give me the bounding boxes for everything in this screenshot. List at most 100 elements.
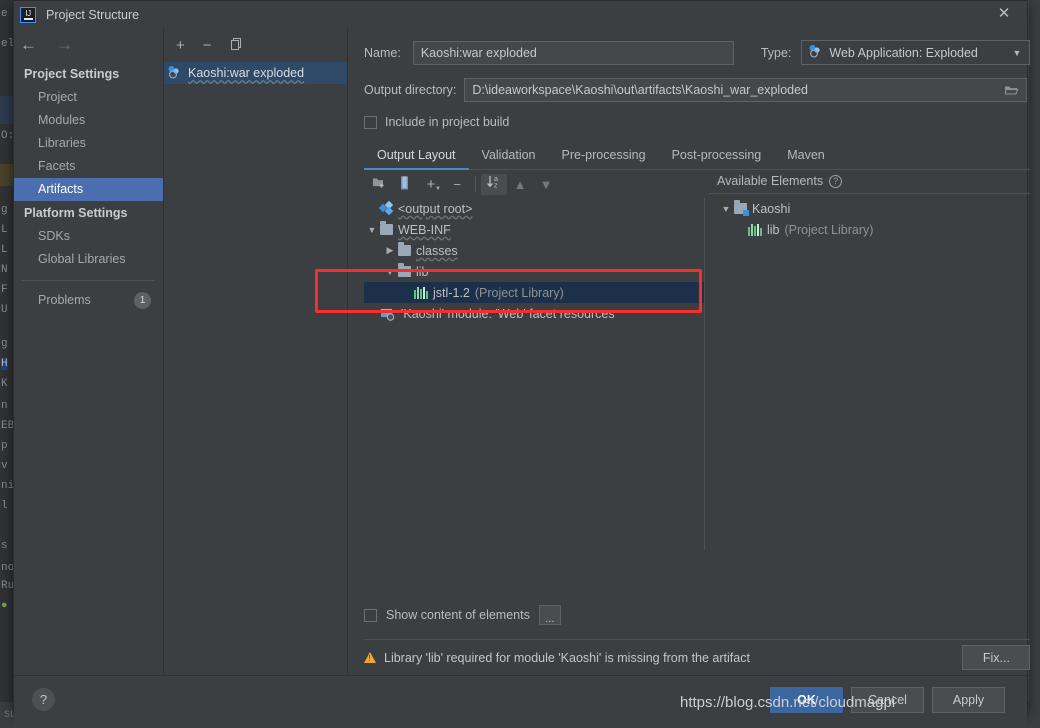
type-label: Type: bbox=[760, 45, 792, 60]
tree-row-label: <output root> bbox=[398, 201, 473, 216]
tab-post-processing[interactable]: Post-processing bbox=[659, 143, 775, 170]
help-circle-icon[interactable]: ? bbox=[829, 174, 843, 188]
sidebar-item-global-libraries[interactable]: Global Libraries bbox=[14, 248, 163, 271]
tree-row[interactable]: ▶ classes bbox=[364, 240, 704, 261]
warning-row: Library 'lib' required for module 'Kaosh… bbox=[364, 639, 1031, 675]
pane-bottom-area: Show content of elements ... Library 'li… bbox=[364, 605, 1031, 675]
tree-twisty[interactable]: ▼ bbox=[364, 225, 380, 235]
sidebar-item-libraries[interactable]: Libraries bbox=[14, 132, 163, 155]
artifact-list-item-label: Kaoshi:war exploded bbox=[188, 66, 305, 80]
sidebar-divider bbox=[22, 280, 155, 281]
artifact-icon bbox=[167, 65, 182, 82]
sidebar-item-artifacts[interactable]: Artifacts bbox=[14, 178, 163, 201]
tree-row[interactable]: <output root> bbox=[364, 198, 704, 219]
move-down-icon[interactable]: ▼ bbox=[533, 177, 559, 192]
library-icon bbox=[748, 223, 762, 236]
warning-text: Library 'lib' required for module 'Kaosh… bbox=[384, 650, 750, 665]
type-dropdown-value: Web Application: Exploded bbox=[829, 45, 978, 60]
tree-row[interactable]: lib (Project Library) bbox=[704, 219, 1030, 240]
chevron-down-icon: ▼ bbox=[1012, 47, 1022, 58]
copy-artifact-icon[interactable] bbox=[230, 37, 243, 53]
name-input[interactable]: Kaoshi:war exploded bbox=[412, 40, 734, 65]
type-dropdown[interactable]: Web Application: Exploded ▼ bbox=[801, 40, 1031, 65]
available-elements-tree: ▼ Kaoshi lib (Project Library) bbox=[704, 198, 1030, 550]
tree-twisty[interactable]: ▼ bbox=[382, 267, 398, 277]
output-directory-row: Output directory: D:\ideaworkspace\Kaosh… bbox=[364, 78, 1030, 102]
tree-row-label: 'Kaoshi' module: 'Web' facet resources bbox=[401, 306, 615, 321]
folder-icon bbox=[380, 221, 393, 235]
apply-button[interactable]: Apply bbox=[932, 687, 1005, 713]
dialog-body: ← → Project Settings Project Modules Lib… bbox=[14, 28, 1031, 675]
svg-text:z: z bbox=[494, 182, 498, 189]
tree-row-label: lib bbox=[767, 222, 780, 237]
help-button[interactable]: ? bbox=[32, 688, 55, 711]
folder-icon bbox=[398, 263, 411, 277]
project-structure-dialog: IJ Project Structure ✕ ← → Project Setti… bbox=[13, 0, 1031, 728]
forward-arrow-icon[interactable]: → bbox=[56, 35, 73, 55]
tree-row[interactable]: ▼ lib bbox=[364, 261, 704, 282]
include-in-build-row[interactable]: Include in project build bbox=[364, 115, 1030, 129]
sidebar-item-facets[interactable]: Facets bbox=[14, 155, 163, 178]
screenshot-root: e el O: g L L N F U g H K n EB p v ni. l… bbox=[0, 0, 1040, 728]
output-directory-value: D:\ideaworkspace\Kaoshi\out\artifacts\Ka… bbox=[472, 83, 809, 97]
sort-alphabetically-icon[interactable]: a z bbox=[481, 173, 507, 195]
create-directory-icon[interactable] bbox=[366, 176, 392, 192]
tree-row[interactable]: ▼ Kaoshi bbox=[704, 198, 1030, 219]
tree-row[interactable]: 'Kaoshi' module: 'Web' facet resources bbox=[364, 303, 704, 324]
add-artifact-icon[interactable]: + bbox=[176, 38, 185, 53]
remove-artifact-icon[interactable]: − bbox=[203, 38, 212, 53]
tree-row-label: lib bbox=[416, 264, 429, 279]
artifact-details-pane: Name: Kaoshi:war exploded Type: Web Appl… bbox=[348, 28, 1040, 675]
include-in-build-checkbox[interactable] bbox=[364, 115, 377, 129]
output-layout-toolbar: + ▼ − a z ▲ ▼ Available Elements ? bbox=[364, 170, 1031, 198]
dialog-title: Project Structure bbox=[46, 7, 140, 22]
name-type-row: Name: Kaoshi:war exploded Type: Web Appl… bbox=[364, 40, 1031, 65]
remove-element-icon[interactable]: − bbox=[444, 177, 470, 192]
back-arrow-icon[interactable]: ← bbox=[20, 35, 37, 55]
output-directory-input[interactable]: D:\ideaworkspace\Kaoshi\out\artifacts\Ka… bbox=[464, 78, 1028, 102]
tree-row-label: classes bbox=[416, 243, 458, 258]
artifact-list-item[interactable]: Kaoshi:war exploded bbox=[164, 62, 347, 84]
tree-row-label: Kaoshi bbox=[752, 201, 791, 216]
tab-maven[interactable]: Maven bbox=[774, 143, 838, 170]
web-facet-icon bbox=[380, 307, 396, 321]
sidebar-item-sdks[interactable]: SDKs bbox=[14, 225, 163, 248]
close-icon[interactable]: ✕ bbox=[995, 5, 1013, 23]
tree-twisty[interactable]: ▼ bbox=[718, 204, 734, 214]
dialog-titlebar: IJ Project Structure ✕ bbox=[14, 1, 1027, 28]
sidebar-item-problems-label: Problems bbox=[38, 293, 91, 307]
artifact-tabs: Output Layout Validation Pre-processing … bbox=[364, 143, 1031, 170]
tree-row-selected[interactable]: jstl-1.2 (Project Library) bbox=[364, 282, 704, 303]
sidebar-group-project-settings: Project Settings bbox=[24, 67, 120, 81]
artifact-root-icon bbox=[378, 200, 394, 216]
sidebar-item-project[interactable]: Project bbox=[14, 86, 163, 109]
warning-triangle-icon bbox=[364, 652, 376, 663]
create-archive-icon[interactable] bbox=[392, 176, 418, 193]
problems-count-badge: 1 bbox=[134, 292, 151, 309]
output-directory-label: Output directory: bbox=[364, 83, 457, 97]
sidebar-item-modules[interactable]: Modules bbox=[14, 109, 163, 132]
browse-folder-icon[interactable] bbox=[1004, 83, 1019, 99]
more-options-button[interactable]: ... bbox=[538, 605, 561, 625]
tab-output-layout[interactable]: Output Layout bbox=[364, 143, 469, 170]
settings-sidebar: ← → Project Settings Project Modules Lib… bbox=[14, 28, 164, 675]
artifact-type-icon bbox=[808, 44, 823, 61]
tab-pre-processing[interactable]: Pre-processing bbox=[549, 143, 659, 170]
column-divider bbox=[704, 198, 705, 550]
toolbar-divider bbox=[475, 176, 476, 192]
show-content-row: Show content of elements ... bbox=[364, 605, 1030, 625]
available-elements-title: Available Elements bbox=[717, 174, 824, 188]
tab-validation[interactable]: Validation bbox=[469, 143, 549, 170]
name-input-value: Kaoshi:war exploded bbox=[420, 45, 537, 60]
warning-message: Library 'lib' required for module 'Kaosh… bbox=[364, 651, 750, 665]
fix-button[interactable]: Fix... bbox=[962, 645, 1031, 670]
move-up-icon[interactable]: ▲ bbox=[507, 177, 533, 192]
name-label: Name: bbox=[364, 45, 401, 60]
tree-row[interactable]: ▼ WEB-INF bbox=[364, 219, 704, 240]
tree-twisty[interactable]: ▶ bbox=[382, 245, 398, 256]
add-element-icon[interactable]: + ▼ bbox=[418, 176, 444, 193]
module-icon bbox=[734, 200, 749, 216]
sidebar-nav-arrows: ← → bbox=[14, 28, 163, 62]
sidebar-item-problems[interactable]: Problems 1 bbox=[14, 288, 163, 313]
show-content-checkbox[interactable] bbox=[364, 608, 377, 622]
